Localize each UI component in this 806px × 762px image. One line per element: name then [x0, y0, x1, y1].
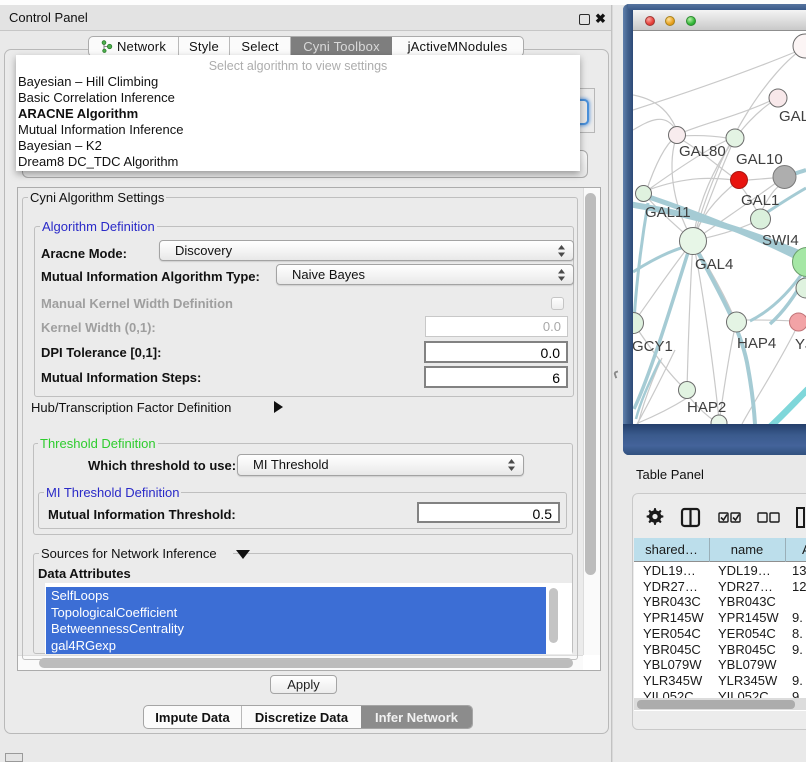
svg-text:GAL8: GAL8	[779, 108, 806, 125]
svg-text:GAL10: GAL10	[736, 151, 783, 168]
svg-text:SWI4: SWI4	[762, 232, 799, 249]
svg-text:GCY1: GCY1	[633, 338, 673, 355]
svg-text:YJ: YJ	[795, 336, 806, 353]
svg-text:GAL4: GAL4	[695, 256, 733, 273]
svg-text:HAP4: HAP4	[737, 335, 776, 352]
svg-text:GAL11: GAL11	[645, 204, 691, 221]
svg-text:HAP2: HAP2	[687, 399, 726, 416]
svg-text:GAL80: GAL80	[679, 143, 726, 160]
svg-text:GAL1: GAL1	[741, 192, 779, 209]
